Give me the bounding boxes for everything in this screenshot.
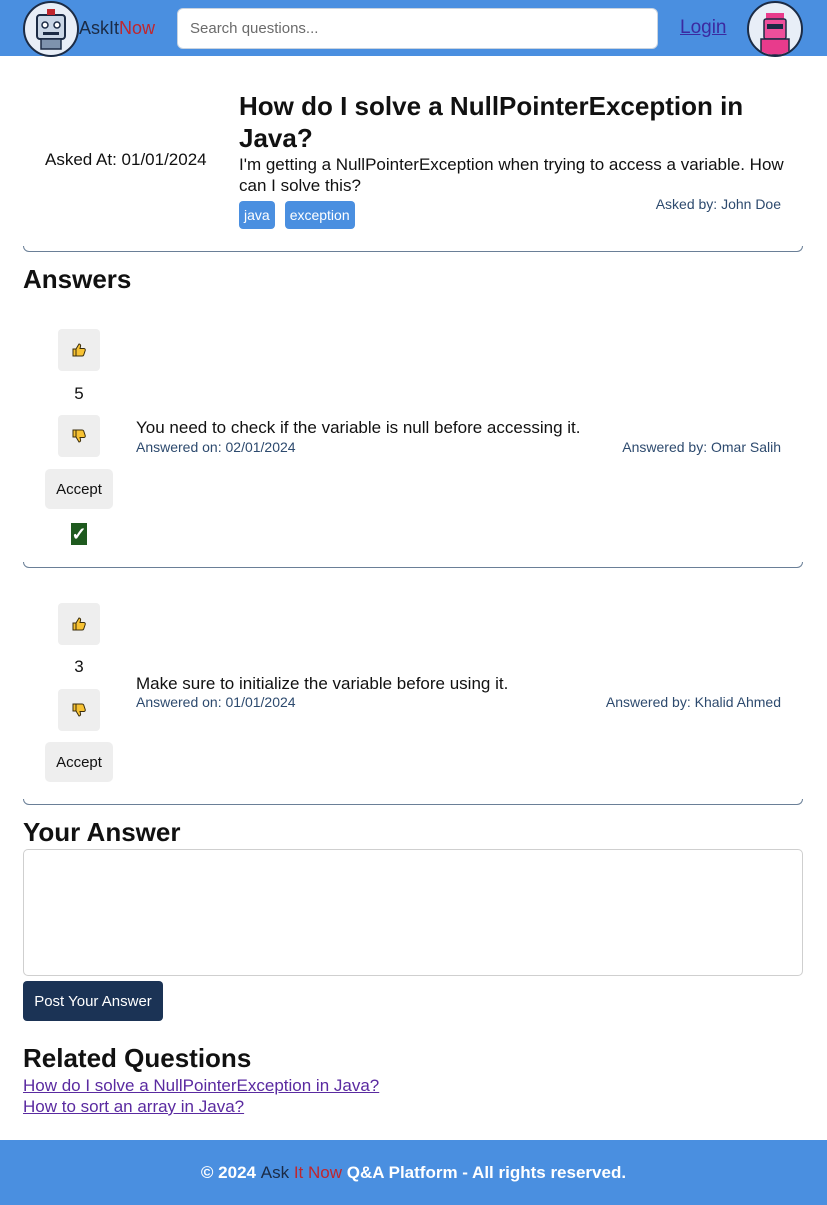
downvote-button[interactable] [58,415,100,457]
login-link[interactable]: Login [680,17,727,39]
brand-name-part1: AskIt [79,18,120,38]
answer-divider [23,562,803,568]
answer-body: You need to check if the variable is nul… [136,418,581,437]
upvote-button[interactable] [58,329,100,371]
thumbs-up-icon [72,617,86,631]
user-avatar[interactable] [747,1,803,57]
question-divider [23,246,803,252]
accept-button[interactable]: Accept [45,469,113,509]
answer-date: Answered on: 02/01/2024 [136,439,296,455]
brand-name-part2: Now [119,18,156,38]
site-logo[interactable] [23,1,79,57]
footer: © 2024 Ask It Now Q&A Platform - All rig… [0,1140,827,1205]
vote-count: 5 [74,384,84,403]
check-icon: ✓ [71,523,87,545]
related-questions-heading: Related Questions [23,1043,252,1073]
footer-text: Q&A Platform - All rights reserved. [346,1162,627,1182]
question-title: How do I solve a NullPointerException in… [239,91,744,153]
thumbs-up-icon [72,343,86,357]
footer-brand-now: Now [308,1162,343,1182]
tag-java[interactable]: java [239,201,275,229]
question-body: I'm getting a NullPointerException when … [239,155,784,195]
downvote-button[interactable] [58,689,100,731]
related-question-link[interactable]: How do I solve a NullPointerException in… [23,1076,379,1096]
vote-count: 3 [74,657,84,676]
question-tags: java exception [239,201,355,229]
footer-brand-ask: Ask [260,1162,290,1182]
robot-logo-icon [36,9,66,50]
upvote-button[interactable] [58,603,100,645]
answer-author: Answered by: Khalid Ahmed [605,694,781,710]
tag-exception[interactable]: exception [284,201,355,229]
answer-textarea[interactable] [23,849,803,976]
question-asked-by: Asked by: John Doe [655,196,781,212]
answer-author: Answered by: Omar Salih [622,439,781,455]
question-asked-at: Asked At: 01/01/2024 [45,150,207,169]
accept-button[interactable]: Accept [45,742,113,782]
brand-name[interactable]: AskItNow [79,18,155,39]
top-navbar: AskItNow Login [0,0,827,57]
answer-body: Make sure to initialize the variable bef… [136,674,509,693]
robot-avatar-icon [760,13,790,55]
related-question-link[interactable]: How to sort an array in Java? [23,1097,244,1117]
thumbs-down-icon [72,429,86,443]
answers-heading: Answers [23,264,132,294]
your-answer-heading: Your Answer [23,817,181,847]
footer-brand-it: It [293,1162,304,1182]
thumbs-down-icon [72,703,86,717]
footer-copyright: © 2024 [200,1162,256,1182]
answer-divider [23,799,803,805]
answer-date: Answered on: 01/01/2024 [136,694,296,710]
search-input[interactable] [177,8,658,49]
post-answer-button[interactable]: Post Your Answer [23,981,163,1021]
